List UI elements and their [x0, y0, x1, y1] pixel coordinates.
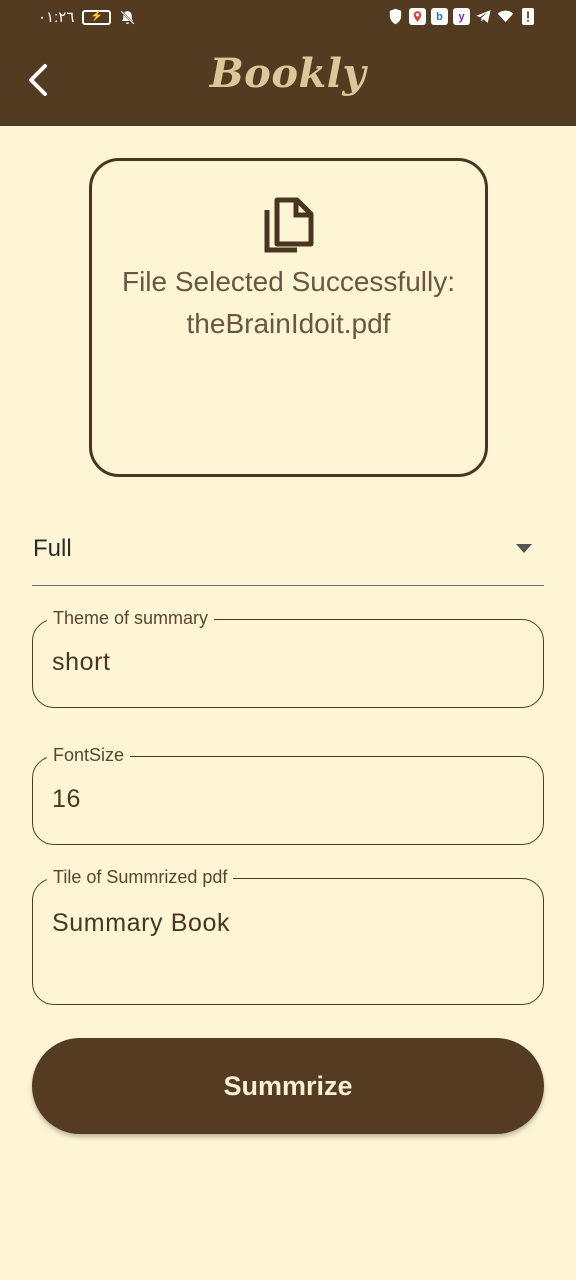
- app-bar: Bookly: [0, 36, 576, 126]
- theme-field[interactable]: Theme of summary short: [32, 607, 544, 708]
- status-right: b y: [387, 8, 536, 25]
- theme-field-value: short: [52, 648, 111, 676]
- bing-app-icon: b: [431, 8, 448, 25]
- notifications-off-icon: [119, 9, 136, 26]
- wifi-icon: [497, 8, 514, 25]
- status-bar: ٠١:٢٦ ⚡ b y: [0, 0, 576, 36]
- status-time: ٠١:٢٦: [38, 9, 75, 26]
- theme-field-label: Theme of summary: [47, 607, 215, 629]
- file-picker-card[interactable]: File Selected Successfully: theBrainIdoi…: [89, 158, 488, 477]
- dropdown-arrow-icon: [516, 544, 532, 553]
- pdf-title-field-label: Tile of Summrized pdf: [47, 866, 234, 888]
- font-size-field-value: 16: [52, 785, 82, 813]
- file-status-line: File Selected Successfully:: [121, 266, 456, 297]
- pdf-title-field-value: Summary Book: [52, 909, 231, 937]
- battery-charging-icon: ⚡: [82, 9, 112, 25]
- copy-file-icon: [264, 197, 314, 253]
- font-size-field-label: FontSize: [47, 744, 131, 766]
- vpn-shield-icon: [387, 8, 404, 25]
- app-title: Bookly: [209, 50, 367, 97]
- summarize-button[interactable]: Summrize: [32, 1038, 544, 1134]
- telegram-icon: [475, 8, 492, 25]
- dropdown-selected-value: Full: [33, 535, 72, 562]
- maps-app-icon: [409, 8, 426, 25]
- pdf-title-field[interactable]: Tile of Summrized pdf Summary Book: [32, 866, 544, 1005]
- alert-icon: [519, 8, 536, 25]
- summary-type-dropdown[interactable]: Full: [32, 520, 544, 586]
- status-left: ٠١:٢٦ ⚡: [38, 8, 136, 26]
- font-size-field[interactable]: FontSize 16: [32, 744, 544, 845]
- file-status-text: File Selected Successfully: theBrainIdoi…: [92, 261, 485, 345]
- file-name: theBrainIdoit.pdf: [186, 308, 391, 339]
- yahoo-app-icon: y: [453, 8, 470, 25]
